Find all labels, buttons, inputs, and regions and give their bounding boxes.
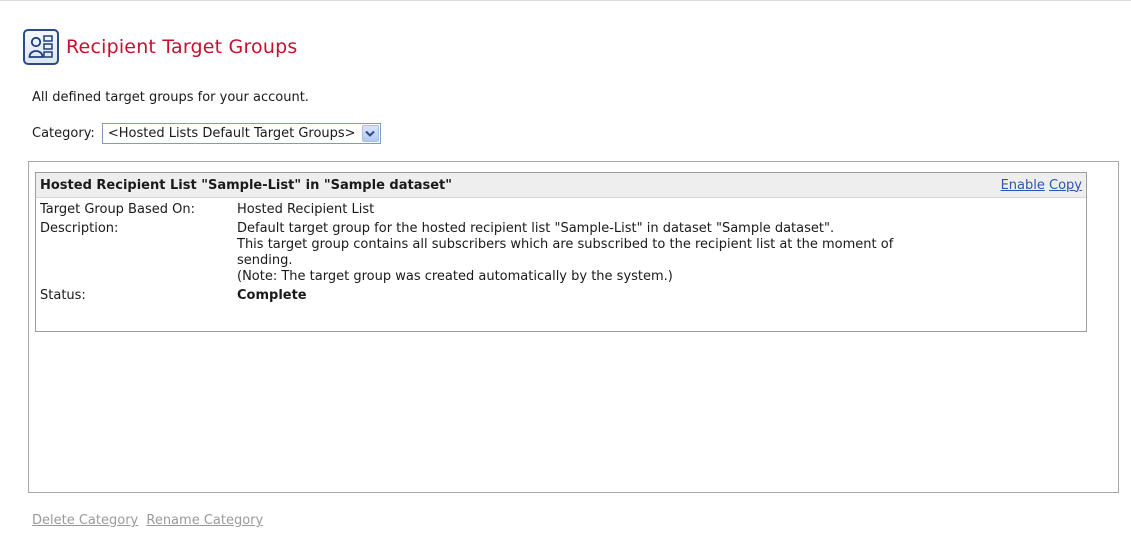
target-group-card: Hosted Recipient List "Sample-List" in "… [35, 172, 1087, 332]
category-selected-value: <Hosted Lists Default Target Groups> [107, 126, 356, 141]
based-on-value: Hosted Recipient List [237, 202, 375, 217]
target-group-actions: Enable Copy [1001, 178, 1082, 193]
description-row: Description: Default target group for th… [40, 221, 1082, 285]
based-on-row: Target Group Based On: Hosted Recipient … [40, 202, 1082, 218]
target-group-title: Hosted Recipient List "Sample-List" in "… [40, 177, 453, 193]
description-line: (Note: The target group was created auto… [237, 269, 673, 284]
status-label: Status: [40, 288, 86, 303]
category-select[interactable]: <Hosted Lists Default Target Groups> [101, 123, 381, 144]
status-value: Complete [237, 288, 307, 303]
target-group-icon [23, 29, 59, 65]
category-actions: Delete Category Rename Category [32, 513, 267, 528]
page-title: Recipient Target Groups [66, 36, 298, 58]
delete-category-link[interactable]: Delete Category [32, 513, 138, 528]
status-row: Status: Complete [40, 288, 1082, 304]
description-line: Default target group for the hosted reci… [237, 221, 835, 236]
enable-link[interactable]: Enable [1001, 178, 1045, 193]
page-header: Recipient Target Groups [23, 29, 298, 65]
target-group-list: Hosted Recipient List "Sample-List" in "… [28, 161, 1119, 493]
based-on-label: Target Group Based On: [40, 202, 195, 217]
rename-category-link[interactable]: Rename Category [146, 513, 263, 528]
description-line: sending. [237, 253, 293, 268]
target-group-details: Target Group Based On: Hosted Recipient … [36, 198, 1086, 304]
chevron-down-icon[interactable] [361, 125, 379, 142]
category-row: Category: <Hosted Lists Default Target G… [32, 123, 381, 144]
page-intro: All defined target groups for your accou… [32, 90, 309, 105]
category-label: Category: [32, 126, 95, 141]
description-value: Default target group for the hosted reci… [237, 221, 1082, 285]
description-label: Description: [40, 221, 119, 236]
page: Recipient Target Groups All defined targ… [0, 0, 1131, 539]
copy-link[interactable]: Copy [1049, 178, 1082, 193]
description-line: This target group contains all subscribe… [237, 237, 894, 252]
target-group-header: Hosted Recipient List "Sample-List" in "… [36, 173, 1086, 198]
